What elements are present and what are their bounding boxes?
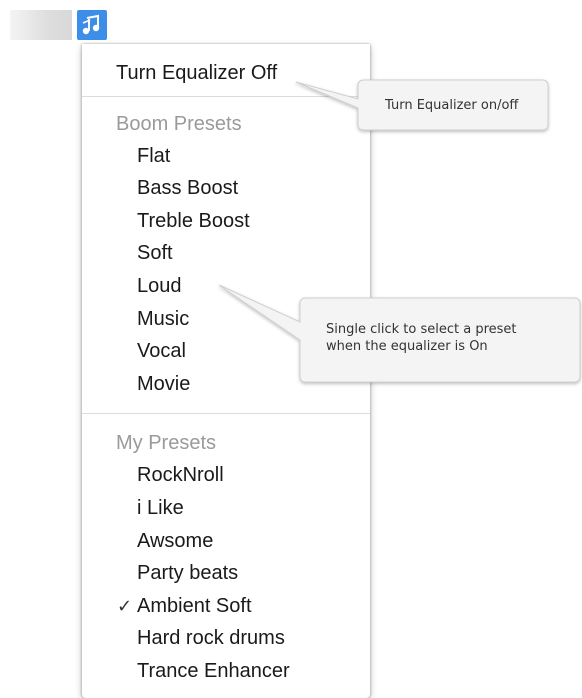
preset-callout-text-line1: Single click to select a preset: [326, 322, 517, 337]
preset-callout-text-line2: when the equalizer is On: [326, 339, 488, 354]
toggle-callout-text: Turn Equalizer on/off: [385, 98, 519, 113]
